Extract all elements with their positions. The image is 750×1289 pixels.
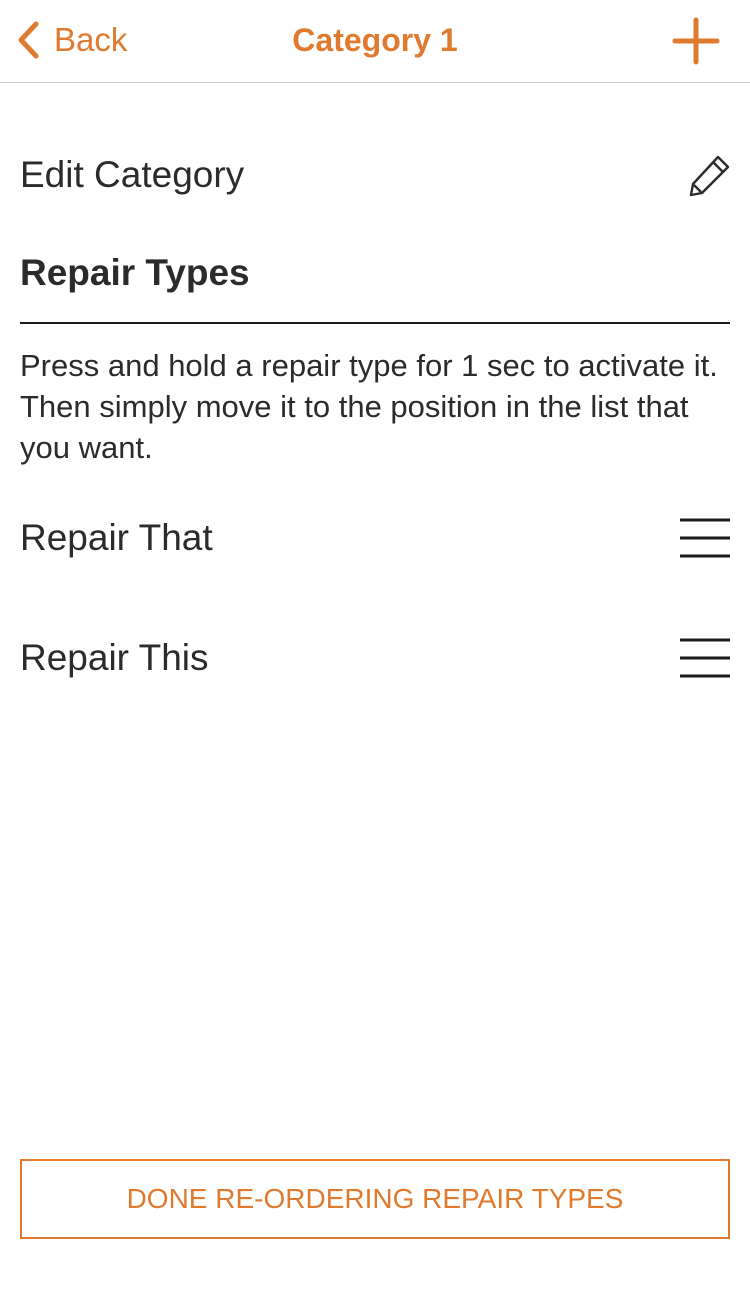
repair-type-list: Repair That Repair This	[20, 500, 732, 740]
pencil-icon[interactable]	[688, 153, 732, 197]
add-button[interactable]	[672, 17, 720, 65]
drag-handle-icon[interactable]	[680, 636, 730, 680]
repair-type-item[interactable]: Repair This	[20, 620, 732, 740]
repair-type-label: Repair That	[20, 517, 213, 558]
section-title-repair-types: Repair Types	[20, 252, 250, 293]
repair-type-item[interactable]: Repair That	[20, 500, 732, 620]
page-title: Category 1	[292, 22, 458, 58]
section-divider	[20, 322, 730, 324]
drag-handle-icon[interactable]	[680, 516, 730, 560]
repair-type-label: Repair This	[20, 637, 209, 678]
plus-icon	[672, 17, 720, 65]
edit-category-label: Edit Category	[20, 154, 245, 195]
done-reordering-button[interactable]: DONE RE-ORDERING REPAIR TYPES	[20, 1159, 730, 1239]
navigation-bar: Back Category 1	[0, 0, 750, 83]
reorder-instructions: Press and hold a repair type for 1 sec t…	[20, 348, 718, 465]
edit-category-row[interactable]: Edit Category	[20, 145, 732, 205]
